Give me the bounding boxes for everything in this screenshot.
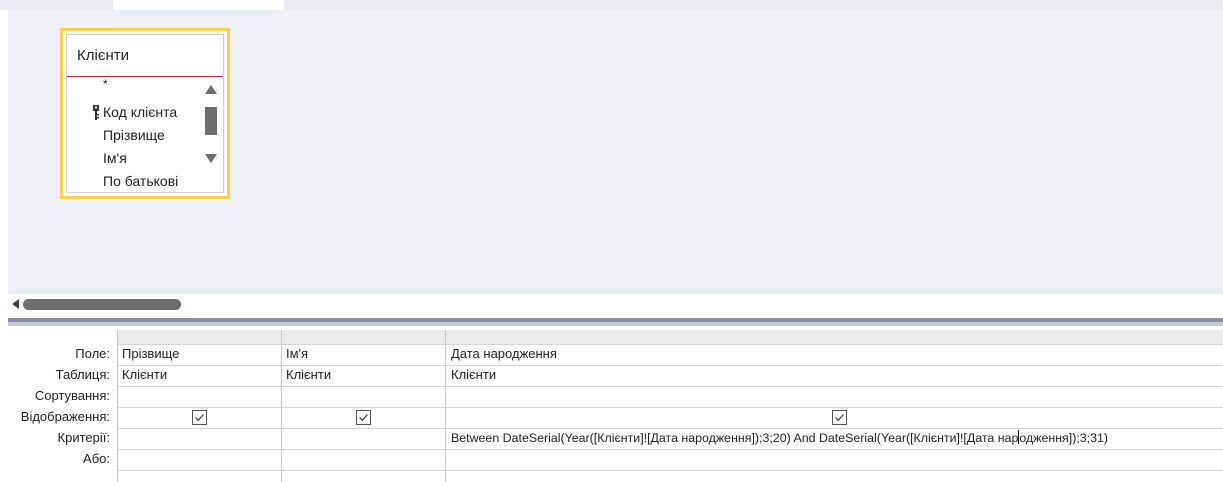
row-label-sort: Сортування: — [34, 388, 110, 403]
row-label-or: Або: — [83, 451, 110, 466]
field-label: По батькові — [103, 173, 179, 189]
query-design-grid: Поле: Таблиця: Сортування: Відображення:… — [0, 326, 1223, 482]
show-checkbox-name[interactable] — [356, 410, 371, 425]
field-item-client-code[interactable]: Код клієнта — [67, 101, 201, 124]
cell-table-surname[interactable]: Клієнти — [122, 366, 167, 384]
grid-col-divider — [281, 330, 282, 482]
cell-table-birthdate[interactable]: Клієнти — [451, 366, 496, 384]
scroll-thumb[interactable] — [205, 107, 217, 135]
horizontal-scroll-thumb[interactable] — [23, 299, 181, 310]
row-label-show: Відображення: — [20, 409, 110, 424]
grid-row-divider — [118, 449, 1223, 450]
grid-col-divider — [445, 330, 446, 482]
scroll-left-arrow-icon[interactable] — [12, 299, 19, 309]
cell-field-surname[interactable]: Прізвище — [122, 345, 179, 363]
cell-field-birthdate[interactable]: Дата народження — [451, 345, 557, 363]
grid-col-divider — [117, 330, 118, 482]
field-item-surname[interactable]: Прізвище — [67, 124, 201, 147]
query-design-area[interactable]: Клієнти * Код клієнта Прізвище Ім'я По б… — [8, 10, 1223, 294]
grid-row-divider — [118, 470, 1223, 471]
row-label-table: Таблиця: — [55, 367, 110, 382]
table-title[interactable]: Клієнти — [67, 35, 223, 77]
grid-row-divider — [118, 386, 1223, 387]
row-label-field: Поле: — [75, 346, 110, 361]
criteria-text: Between DateSerial(Year([Клієнти]![Дата … — [451, 431, 1019, 445]
show-checkbox-birthdate[interactable] — [832, 410, 847, 425]
design-area-horizontal-scrollbar[interactable] — [8, 294, 1223, 314]
tab-strip-left — [0, 0, 113, 10]
cell-field-name[interactable]: Ім'я — [286, 345, 308, 363]
checkmark-icon — [835, 414, 844, 422]
scroll-down-arrow-icon[interactable] — [205, 154, 217, 163]
field-item-patronymic[interactable]: По батькові — [67, 170, 201, 192]
tab-strip-right — [284, 0, 1223, 10]
criteria-text-rest: одження]);3;31) — [1019, 431, 1109, 445]
table-field-list-box[interactable]: Клієнти * Код клієнта Прізвище Ім'я По б… — [60, 28, 230, 199]
field-item-name[interactable]: Ім'я — [67, 147, 201, 170]
field-label: Ім'я — [103, 150, 127, 166]
column-selector-band[interactable] — [118, 330, 1223, 344]
primary-key-icon — [93, 105, 99, 120]
field-label: Прізвище — [103, 127, 165, 143]
grid-row-divider — [118, 407, 1223, 408]
show-checkbox-surname[interactable] — [192, 410, 207, 425]
field-all-label: * — [103, 77, 108, 91]
grid-row-divider — [118, 344, 1223, 345]
checkmark-icon — [359, 414, 368, 422]
grid-row-divider — [118, 365, 1223, 366]
field-list: * Код клієнта Прізвище Ім'я По батькові — [67, 77, 201, 192]
table-box-inner: Клієнти * Код клієнта Прізвище Ім'я По б… — [66, 34, 224, 193]
field-label: Код клієнта — [103, 104, 178, 120]
row-label-criteria: Критерії: — [57, 430, 110, 445]
scroll-up-arrow-icon[interactable] — [205, 85, 217, 94]
field-list-scrollbar[interactable] — [203, 85, 219, 163]
field-item-all[interactable]: * — [67, 77, 201, 101]
criteria-input-birthdate[interactable]: Between DateSerial(Year([Клієнти]![Дата … — [451, 429, 1108, 447]
cell-table-name[interactable]: Клієнти — [286, 366, 331, 384]
top-strip — [0, 0, 1223, 10]
checkmark-icon — [195, 414, 204, 422]
